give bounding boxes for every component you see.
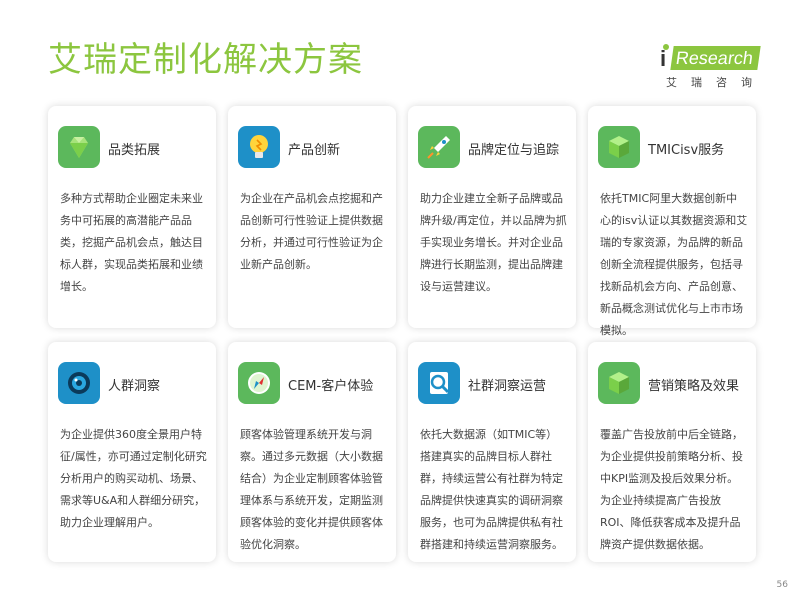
card-title: TMICisv服务 — [648, 143, 725, 158]
card-title: 产品创新 — [288, 143, 341, 158]
card-body: 依托大数据源（如TMIC等）搭建真实的品牌目标人群社群，持续运营公有社群为特定品… — [420, 428, 563, 551]
card-title: CEM-客户体验 — [288, 379, 374, 394]
cube-icon — [598, 362, 640, 404]
logo-word: Research — [670, 46, 761, 70]
card-body: 助力企业建立全新子品牌或品牌升级/再定位，并以品牌为抓手实现业务增长。并对企业品… — [420, 192, 567, 293]
card-body: 顾客体验管理系统开发与洞察。通过多元数据（大小数据结合）为企业定制顾客体验管理体… — [240, 428, 383, 551]
gem-icon — [58, 126, 100, 168]
card-body: 为企业在产品机会点挖掘和产品创新可行性验证上提供数据分析，并通过可行性验证为企业… — [240, 192, 383, 271]
iresearch-logo: i Research 艾瑞咨询 — [660, 44, 766, 94]
rocket-icon — [418, 126, 460, 168]
card-title: 营销策略及效果 — [648, 379, 740, 394]
camera-lens-icon — [58, 362, 100, 404]
card-body: 为企业提供360度全景用户特征/属性，亦可通过定制化研究分析用户的购买动机、场景… — [60, 428, 207, 529]
card-body: 多种方式帮助企业圈定未来业务中可拓展的高潜能产品品类，挖掘产品机会点，触达目标人… — [60, 192, 203, 293]
card-product-innovation: 产品创新 为企业在产品机会点挖掘和产品创新可行性验证上提供数据分析，并通过可行性… — [228, 106, 396, 328]
card-category-expansion: 品类拓展 多种方式帮助企业圈定未来业务中可拓展的高潜能产品品类，挖掘产品机会点，… — [48, 106, 216, 328]
card-marketing-strategy: 营销策略及效果 覆盖广告投放前中后全链路，为企业提供投前策略分析、投中KPI监测… — [588, 342, 756, 562]
logo-subtitle: 艾瑞咨询 — [666, 76, 766, 89]
card-brand-positioning: 品牌定位与追踪 助力企业建立全新子品牌或品牌升级/再定位，并以品牌为抓手实现业务… — [408, 106, 576, 328]
card-title: 品类拓展 — [108, 143, 161, 158]
card-title: 品牌定位与追踪 — [468, 143, 560, 158]
page-number: 56 — [776, 580, 788, 590]
card-body: 依托TMIC阿里大数据创新中心的isv认证以其数据资源和艾瑞的专家资源，为品牌的… — [600, 192, 748, 337]
card-community-insight: 社群洞察运营 依托大数据源（如TMIC等）搭建真实的品牌目标人群社群，持续运营公… — [408, 342, 576, 562]
page-title: 艾瑞定制化解决方案 — [48, 40, 363, 80]
magnifier-icon — [418, 362, 460, 404]
card-cem: CEM-客户体验 顾客体验管理系统开发与洞察。通过多元数据（大小数据结合）为企业… — [228, 342, 396, 562]
card-title: 人群洞察 — [108, 379, 161, 394]
compass-icon — [238, 362, 280, 404]
lightbulb-icon — [238, 126, 280, 168]
cube-icon — [598, 126, 640, 168]
card-body: 覆盖广告投放前中后全链路，为企业提供投前策略分析、投中KPI监测及投后效果分析。… — [600, 428, 743, 551]
card-title: 社群洞察运营 — [468, 379, 547, 394]
card-audience-insight: 人群洞察 为企业提供360度全景用户特征/属性，亦可通过定制化研究分析用户的购买… — [48, 342, 216, 562]
card-tmicisv-service: TMICisv服务 依托TMIC阿里大数据创新中心的isv认证以其数据资源和艾瑞… — [588, 106, 756, 337]
